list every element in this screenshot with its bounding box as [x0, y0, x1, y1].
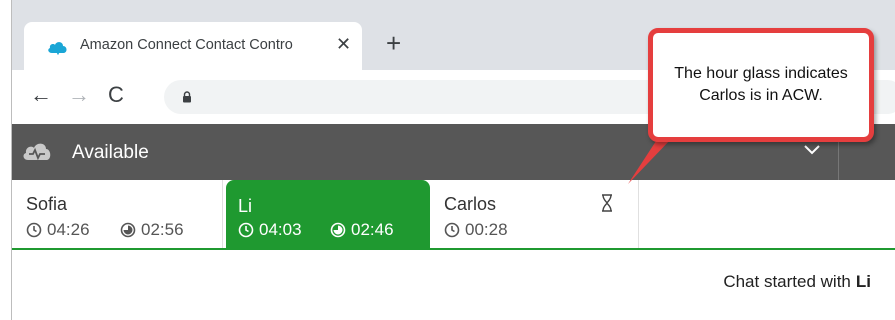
- timer-pie-icon: [330, 222, 346, 238]
- chevron-down-icon[interactable]: [802, 142, 822, 156]
- reload-icon[interactable]: C: [108, 84, 124, 106]
- browser-tab-title: Amazon Connect Contact Contro: [80, 37, 293, 53]
- contact-timer: 04:26: [26, 220, 90, 240]
- timer-value: 02:56: [141, 220, 184, 239]
- chat-panel: Chat started with Li: [12, 250, 895, 320]
- contact-name: Sofia: [26, 194, 68, 214]
- lock-icon: [183, 91, 191, 103]
- contact-name: Carlos: [444, 194, 497, 214]
- contact-timer: 00:28: [444, 220, 508, 240]
- new-tab-icon[interactable]: +: [386, 30, 401, 56]
- contact-timer: 04:03: [238, 220, 302, 240]
- contact-tabs: Sofia 04:26 02:56 Li 04:03 02:46 Carlos: [12, 180, 895, 250]
- timer-value: 02:46: [351, 220, 394, 239]
- cloud-status-icon: [23, 143, 51, 161]
- hourglass-icon: [602, 194, 612, 212]
- contact-timer: 02:56: [120, 220, 184, 240]
- timer-pie-icon: [120, 222, 136, 238]
- clock-icon: [238, 222, 254, 238]
- close-icon[interactable]: ✕: [336, 34, 351, 55]
- amazon-connect-cloud-icon: [48, 42, 67, 55]
- contact-timer: 02:46: [330, 220, 394, 240]
- back-arrow-icon[interactable]: ←: [30, 84, 52, 106]
- contact-name: Li: [238, 196, 253, 216]
- chat-status-name: Li: [855, 272, 871, 291]
- chat-status-prefix: Chat started with: [723, 272, 851, 291]
- timer-value: 04:26: [47, 220, 90, 239]
- chat-status-message: Chat started with Li: [723, 272, 871, 292]
- timer-value: 00:28: [465, 220, 508, 239]
- agent-status-label[interactable]: Available: [72, 142, 149, 164]
- window-edge: [0, 0, 12, 320]
- annotation-callout: The hour glass indicates Carlos is in AC…: [648, 28, 874, 142]
- contact-tab-sofia[interactable]: Sofia 04:26 02:56: [12, 180, 223, 248]
- contact-tab-carlos[interactable]: Carlos 00:28: [430, 180, 639, 248]
- forward-arrow-icon[interactable]: →: [68, 84, 90, 106]
- callout-text: The hour glass indicates Carlos is in AC…: [674, 65, 848, 104]
- contact-tab-li[interactable]: Li 04:03 02:46: [226, 180, 430, 248]
- clock-icon: [26, 222, 42, 238]
- timer-value: 04:03: [259, 220, 302, 239]
- screenshot-frame: Amazon Connect Contact Contro ✕ + ← → C …: [0, 0, 895, 320]
- clock-icon: [444, 222, 460, 238]
- browser-tab[interactable]: Amazon Connect Contact Contro ✕: [24, 22, 362, 70]
